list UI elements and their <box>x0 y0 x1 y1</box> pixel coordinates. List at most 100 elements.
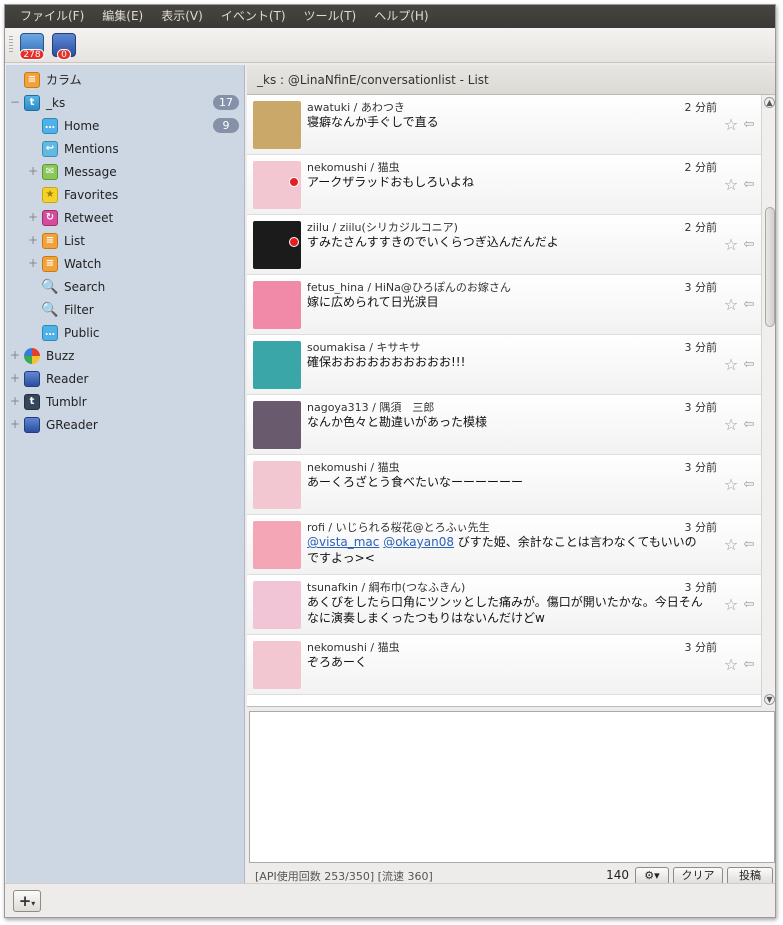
tweet-user-name[interactable]: nekomushi / 猫虫 <box>307 639 400 655</box>
menu-event[interactable]: イベント(T) <box>212 5 295 28</box>
sidebar-item-watch[interactable]: + ≡ Watch <box>6 252 245 275</box>
tweet-user-name[interactable]: tsunafkin / 綱布巾(つなふきん) <box>307 579 465 595</box>
tweet-timestamp[interactable]: 3 分前 <box>685 519 718 535</box>
user-avatar[interactable] <box>253 641 301 689</box>
expand-icon[interactable]: + <box>28 234 38 246</box>
tweet-timestamp[interactable]: 3 分前 <box>685 399 718 415</box>
tweet-user-name[interactable]: ziilu / ziilu(シリカジルコニア) <box>307 219 458 235</box>
sidebar-item-retweet[interactable]: + ↻ Retweet <box>6 206 245 229</box>
rss-toolbar-button[interactable]: 0 <box>50 31 78 60</box>
favorite-star-icon[interactable]: ☆ <box>723 117 739 133</box>
tweet-row[interactable]: ziilu / ziilu(シリカジルコニア) 2 分前 すみたさんすすきのでいくら… <box>247 215 761 275</box>
sidebar-item-buzz[interactable]: + Buzz <box>6 344 245 367</box>
favorite-star-icon[interactable]: ☆ <box>723 177 739 193</box>
menu-file[interactable]: ファイル(F) <box>11 5 93 28</box>
favorite-star-icon[interactable]: ☆ <box>723 297 739 313</box>
scroll-thumb[interactable] <box>765 207 775 327</box>
tweet-row[interactable]: nekomushi / 猫虫 2 分前 アークザラッドおもしろいよね ☆ ⇦ <box>247 155 761 215</box>
favorite-star-icon[interactable]: ☆ <box>723 417 739 433</box>
user-avatar[interactable] <box>253 281 301 329</box>
sidebar-item-public[interactable]: … Public <box>6 321 245 344</box>
favorite-star-icon[interactable]: ☆ <box>723 357 739 373</box>
tweet-row[interactable]: tsunafkin / 綱布巾(つなふきん) 3 分前 あくびをしたら口角にツンッと… <box>247 575 761 635</box>
toolbar-grip[interactable] <box>9 36 13 54</box>
reply-arrow-icon[interactable]: ⇦ <box>741 537 757 553</box>
tweet-user-name[interactable]: nekomushi / 猫虫 <box>307 459 400 475</box>
sidebar-item-mentions[interactable]: ↩ Mentions <box>6 137 245 160</box>
scroll-down-icon[interactable]: ▼ <box>764 694 775 705</box>
reply-arrow-icon[interactable]: ⇦ <box>741 597 757 613</box>
compose-input[interactable] <box>250 712 774 862</box>
reply-arrow-icon[interactable]: ⇦ <box>741 237 757 253</box>
tweet-list[interactable]: awatuki / あわつき 2 分前 寝癖なんか手ぐしで直る ☆ ⇦ nekomushi… <box>247 95 775 707</box>
tweet-row[interactable]: nekomushi / 猫虫 3 分前 ぞろあーく ☆ ⇦ <box>247 635 761 695</box>
tweet-user-name[interactable]: fetus_hina / HiNa@ひろぽんのお嫁さん <box>307 279 511 295</box>
sidebar-item-filter[interactable]: 🔍 Filter <box>6 298 245 321</box>
favorite-star-icon[interactable]: ☆ <box>723 537 739 553</box>
reply-arrow-icon[interactable]: ⇦ <box>741 117 757 133</box>
expand-icon[interactable]: + <box>28 211 38 223</box>
sidebar-item-home[interactable]: … Home 9 <box>6 114 245 137</box>
reply-arrow-icon[interactable]: ⇦ <box>741 297 757 313</box>
user-avatar[interactable] <box>253 401 301 449</box>
tweet-user-name[interactable]: rofi / いじられる桜花@とろふぃ先生 <box>307 519 490 535</box>
tweet-row[interactable]: awatuki / あわつき 2 分前 寝癖なんか手ぐしで直る ☆ ⇦ <box>247 95 761 155</box>
tweet-user-name[interactable]: nagoya313 / 隅須 三郎 <box>307 399 434 415</box>
tweet-timestamp[interactable]: 3 分前 <box>685 279 718 295</box>
tweet-row[interactable]: rofi / いじられる桜花@とろふぃ先生 3 分前 @vista_mac @oka… <box>247 515 761 575</box>
reply-arrow-icon[interactable]: ⇦ <box>741 177 757 193</box>
expand-icon[interactable]: + <box>10 372 20 384</box>
menu-help[interactable]: ヘルプ(H) <box>365 5 437 28</box>
sidebar-item-greader[interactable]: + GReader <box>6 413 245 436</box>
expand-icon[interactable]: + <box>28 257 38 269</box>
favorite-star-icon[interactable]: ☆ <box>723 597 739 613</box>
favorite-star-icon[interactable]: ☆ <box>723 657 739 673</box>
mention-link[interactable]: @vista_mac <box>307 535 379 549</box>
sidebar-item-list[interactable]: + ≡ List <box>6 229 245 252</box>
sidebar-item-favorites[interactable]: ★ Favorites <box>6 183 245 206</box>
tweet-timestamp[interactable]: 2 分前 <box>685 99 718 115</box>
tweet-row[interactable]: fetus_hina / HiNa@ひろぽんのお嫁さん 3 分前 嫁に広められて日光… <box>247 275 761 335</box>
tweet-timestamp[interactable]: 3 分前 <box>685 579 718 595</box>
collapse-icon[interactable]: − <box>10 96 20 108</box>
expand-icon[interactable]: + <box>10 418 20 430</box>
menu-edit[interactable]: 編集(E) <box>93 5 152 28</box>
sidebar-item-search[interactable]: 🔍 Search <box>6 275 245 298</box>
tweet-user-name[interactable]: soumakisa / キサキサ <box>307 339 421 355</box>
tweet-row[interactable]: soumakisa / キサキサ 3 分前 確保おおおおおおおおおお!!! ☆ ⇦ <box>247 335 761 395</box>
reply-arrow-icon[interactable]: ⇦ <box>741 417 757 433</box>
reply-arrow-icon[interactable]: ⇦ <box>741 657 757 673</box>
tweet-timestamp[interactable]: 3 分前 <box>685 339 718 355</box>
user-avatar[interactable] <box>253 581 301 629</box>
expand-icon[interactable]: + <box>10 349 20 361</box>
favorite-star-icon[interactable]: ☆ <box>723 477 739 493</box>
reply-arrow-icon[interactable]: ⇦ <box>741 357 757 373</box>
user-avatar[interactable] <box>253 341 301 389</box>
user-avatar[interactable] <box>253 101 301 149</box>
tweet-timestamp[interactable]: 3 分前 <box>685 459 718 475</box>
menu-tools[interactable]: ツール(T) <box>295 5 366 28</box>
scroll-up-icon[interactable]: ▲ <box>764 97 775 108</box>
user-avatar[interactable] <box>253 461 301 509</box>
tweet-timestamp[interactable]: 3 分前 <box>685 639 718 655</box>
sidebar-item-tumblr[interactable]: + t Tumblr <box>6 390 245 413</box>
sidebar-item-column[interactable]: ≡ カラム <box>6 68 245 91</box>
twitter-toolbar-button[interactable]: 278 <box>18 31 46 60</box>
expand-icon[interactable]: + <box>28 165 38 177</box>
tweet-row[interactable]: nekomushi / 猫虫 3 分前 あーくろざとう食べたいなーーーーーー ☆ ⇦ <box>247 455 761 515</box>
tweet-row[interactable]: nagoya313 / 隅須 三郎 3 分前 なんか色々と勘違いがあった模様 ☆ ⇦ <box>247 395 761 455</box>
sidebar-item-message[interactable]: + ✉ Message <box>6 160 245 183</box>
tweet-list-scrollbar[interactable]: ▲ ▼ <box>761 95 775 707</box>
add-column-button[interactable]: +▾ <box>13 890 41 912</box>
tweet-timestamp[interactable]: 2 分前 <box>685 219 718 235</box>
user-avatar[interactable] <box>253 521 301 569</box>
mention-link[interactable]: @okayan08 <box>383 535 454 549</box>
tweet-timestamp[interactable]: 2 分前 <box>685 159 718 175</box>
expand-icon[interactable]: + <box>10 395 20 407</box>
favorite-star-icon[interactable]: ☆ <box>723 237 739 253</box>
tweet-user-name[interactable]: nekomushi / 猫虫 <box>307 159 400 175</box>
sidebar-item-ks-account[interactable]: − t _ks 17 <box>6 91 245 114</box>
reply-arrow-icon[interactable]: ⇦ <box>741 477 757 493</box>
tweet-user-name[interactable]: awatuki / あわつき <box>307 99 405 115</box>
menu-view[interactable]: 表示(V) <box>152 5 212 28</box>
